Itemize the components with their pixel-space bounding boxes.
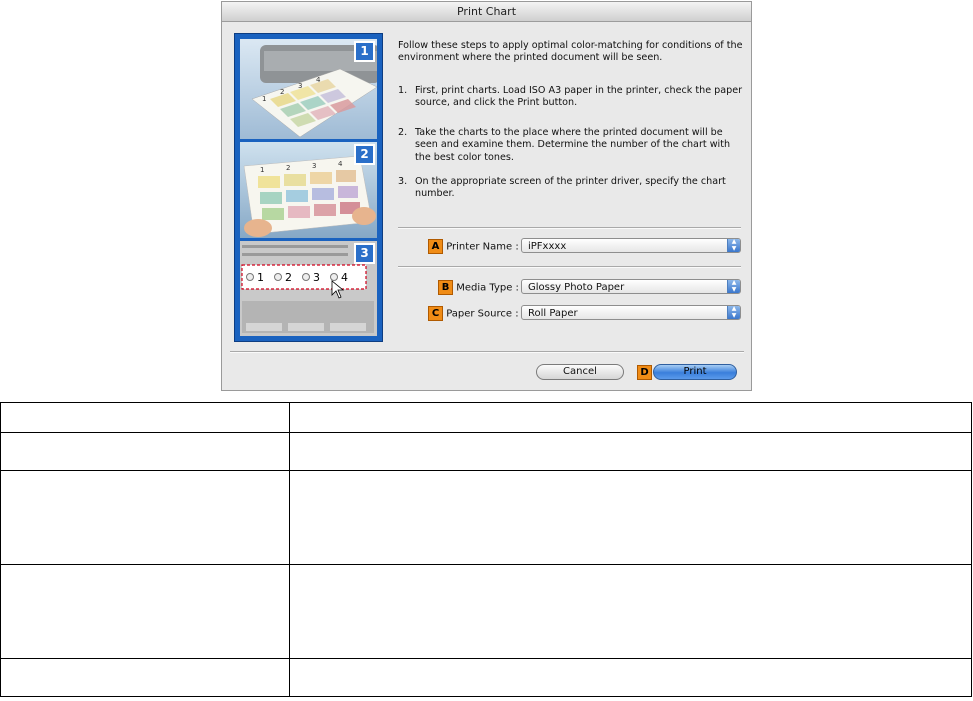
table-row: [0, 658, 972, 697]
paper-source-row: C Paper Source : Roll Paper ▲ ▼: [398, 304, 741, 322]
badge-b: B: [438, 280, 453, 295]
instruction-step-1: 1. First, print charts. Load ISO A3 pape…: [398, 85, 743, 109]
chart-number-2: 2: [285, 271, 292, 284]
table-row: [0, 470, 972, 565]
table-cell: [0, 402, 290, 433]
step-badge-2: 2: [354, 144, 375, 165]
svg-text:2: 2: [286, 164, 290, 172]
printer-name-row: A Printer Name : iPFxxxx ▲ ▼: [398, 237, 741, 255]
instructions-intro: Follow these steps to apply optimal colo…: [398, 40, 743, 64]
step-1-illustration: 1 2 3 4 1: [240, 39, 377, 139]
svg-text:3: 3: [312, 162, 316, 170]
table-cell: [289, 564, 972, 659]
media-type-select[interactable]: Glossy Photo Paper ▲ ▼: [521, 279, 741, 294]
print-button[interactable]: Print: [653, 364, 737, 380]
table-cell: [289, 432, 972, 471]
instruction-step-2: 2. Take the charts to the place where th…: [398, 127, 731, 163]
badge-c: C: [428, 306, 443, 321]
table-cell: [289, 470, 972, 565]
table-row: [0, 402, 972, 433]
cancel-button[interactable]: Cancel: [536, 364, 624, 380]
separator: [398, 266, 741, 268]
chevron-up-down-icon: ▲ ▼: [727, 279, 740, 293]
table-cell: [289, 402, 972, 433]
badge-d: D: [637, 365, 652, 380]
step-3-illustration: 1 2 3 4 3: [240, 241, 377, 336]
chart-number-1: 1: [257, 271, 264, 284]
table-cell: [0, 432, 290, 471]
printer-name-label: A Printer Name :: [428, 239, 519, 254]
svg-text:3: 3: [298, 82, 302, 90]
svg-text:4: 4: [338, 160, 343, 168]
table-cell: [0, 658, 290, 697]
badge-a: A: [428, 239, 443, 254]
paper-source-select[interactable]: Roll Paper ▲ ▼: [521, 305, 741, 320]
chart-number-4: 4: [341, 271, 348, 284]
svg-text:4: 4: [316, 76, 321, 84]
chevron-up-down-icon: ▲ ▼: [727, 238, 740, 252]
dialog-title: Print Chart: [222, 2, 751, 22]
step-2-illustration: 1 2 3 4 2: [240, 142, 377, 238]
printer-name-select[interactable]: iPFxxxx ▲ ▼: [521, 238, 741, 253]
table-row: [0, 432, 972, 471]
step-badge-3: 3: [354, 243, 375, 264]
description-table: [0, 402, 972, 697]
svg-text:1: 1: [260, 166, 264, 174]
chart-number-3: 3: [313, 271, 320, 284]
chevron-up-down-icon: ▲ ▼: [727, 305, 740, 319]
table-cell: [289, 658, 972, 697]
table-cell: [0, 470, 290, 565]
svg-text:2: 2: [280, 88, 284, 96]
media-type-label: B Media Type :: [438, 280, 519, 295]
paper-source-label: C Paper Source :: [428, 306, 519, 321]
step-badge-1: 1: [354, 41, 375, 62]
svg-text:1: 1: [262, 95, 266, 103]
table-cell: [0, 564, 290, 659]
table-row: [0, 564, 972, 659]
print-chart-dialog: Print Chart 1234 1 1 2 3 4 2 1 2 3 4 3 F…: [221, 1, 752, 391]
instruction-step-3: 3. On the appropriate screen of the prin…: [398, 176, 726, 200]
separator: [230, 351, 744, 353]
media-type-row: B Media Type : Glossy Photo Paper ▲ ▼: [398, 278, 741, 296]
illustration-panel: 1234 1 1234 2 1 2 3 4 3: [234, 33, 383, 342]
separator: [398, 227, 741, 229]
